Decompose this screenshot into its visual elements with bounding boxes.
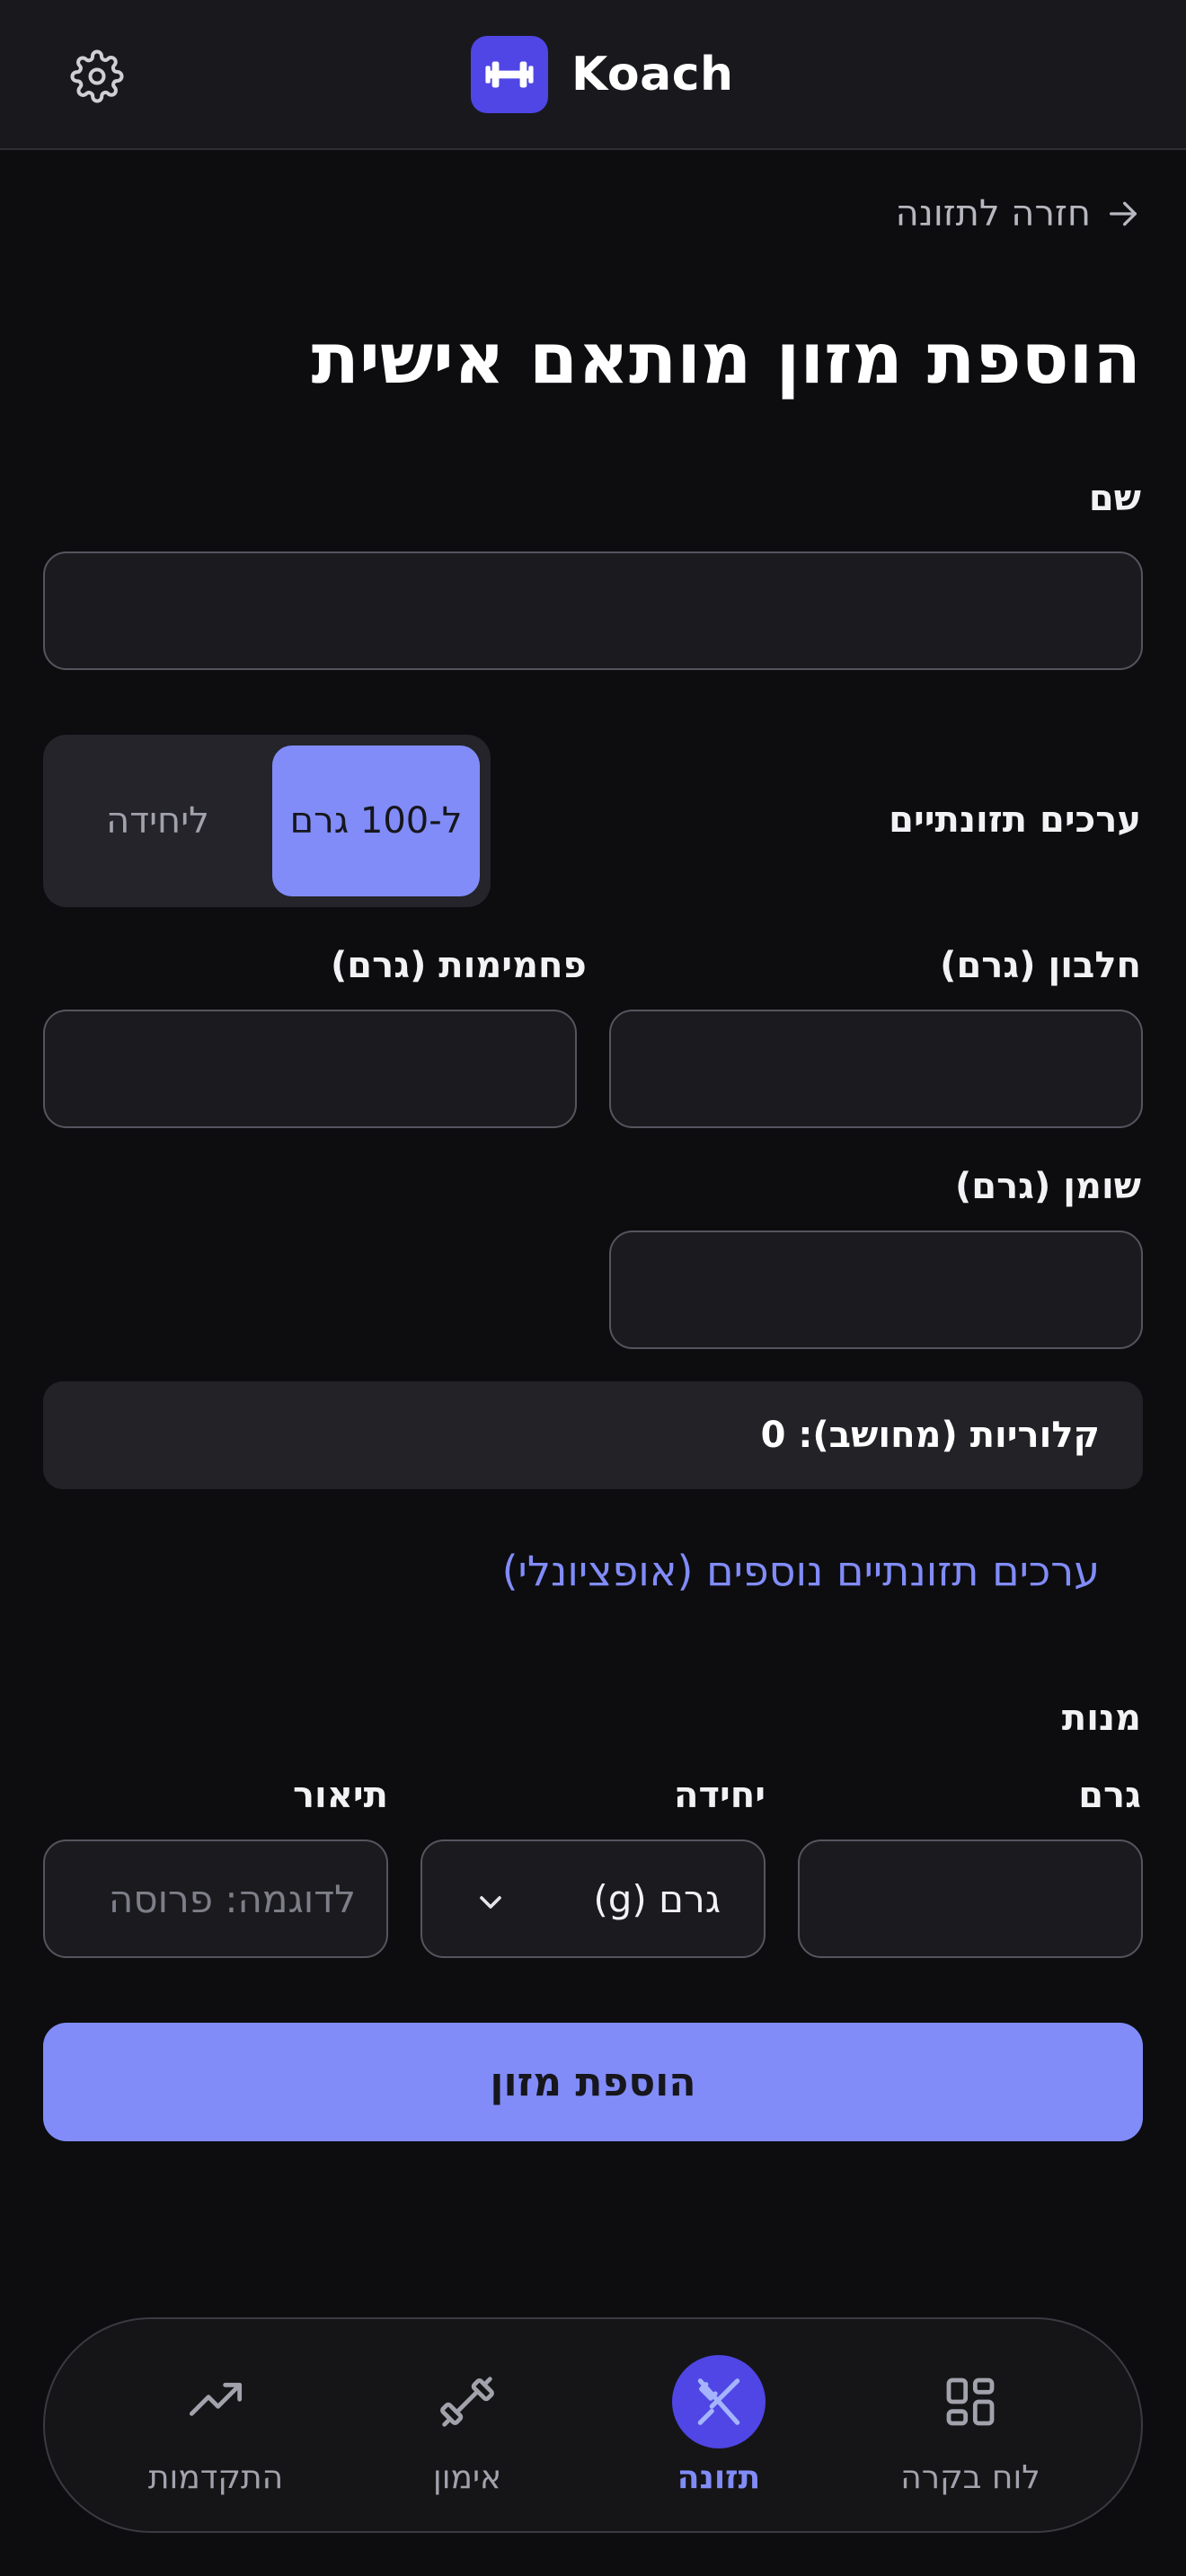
nav-item-progress[interactable]: התקדמות — [99, 2355, 332, 2508]
grams-input[interactable] — [798, 1839, 1143, 1958]
additional-nutrients-link[interactable]: ערכים תזונתיים נוספים (אופציונלי) — [502, 1547, 1100, 1595]
page-title: הוספת מזון מותאם אישית — [311, 319, 1141, 400]
calories-text: קלוריות (מחושב): 0 — [760, 1415, 1100, 1456]
nav-item-dashboard[interactable]: לוח בקרה — [854, 2355, 1087, 2508]
dumbbell-icon — [485, 61, 534, 88]
nav-icon-holder — [672, 2355, 766, 2448]
nav-icon-holder — [420, 2355, 514, 2448]
nav-item-training[interactable]: אימון — [350, 2355, 584, 2508]
app-name: Koach — [571, 48, 734, 101]
gear-icon[interactable] — [70, 49, 124, 103]
protein-input[interactable] — [609, 1010, 1143, 1128]
arrow-right-icon — [1110, 201, 1137, 226]
trending-up-icon — [189, 2382, 243, 2416]
servings-label: מנות — [1061, 1698, 1141, 1739]
unit-label: יחידה — [673, 1775, 766, 1816]
nav-icon-holder — [169, 2355, 262, 2448]
nav-item-nutrition[interactable]: תזונה — [602, 2355, 836, 2508]
nav-label-progress: התקדמות — [147, 2459, 284, 2496]
grams-label: גרם — [1078, 1775, 1141, 1816]
carbs-label: פחמימות (גרם) — [331, 945, 587, 986]
unit-selected-value: גרם (g) — [593, 1877, 721, 1921]
name-input[interactable] — [43, 551, 1143, 670]
nutrition-values-label: ערכים תזונתיים — [889, 799, 1141, 841]
dumbbell-icon — [440, 2377, 494, 2427]
nav-label-dashboard: לוח בקרה — [900, 2459, 1040, 2496]
description-label: תיאור — [292, 1775, 388, 1816]
nav-icon-holder — [924, 2355, 1017, 2448]
bottom-navigation: לוח בקרה תזונה אימון התקדמות — [43, 2317, 1143, 2533]
add-food-button[interactable]: הוספת מזון — [43, 2023, 1143, 2141]
name-label: שם — [1088, 478, 1141, 519]
back-link-label: חזרה לתזונה — [895, 193, 1091, 234]
protein-label: חלבון (גרם) — [940, 945, 1141, 986]
fat-input[interactable] — [609, 1231, 1143, 1349]
carbs-input[interactable] — [43, 1010, 577, 1128]
nav-label-training: אימון — [432, 2459, 502, 2496]
back-to-nutrition-link[interactable]: חזרה לתזונה — [896, 193, 1141, 234]
unit-select[interactable]: גרם (g) — [420, 1839, 766, 1958]
chevron-down-icon — [480, 1896, 501, 1909]
utensils-icon — [697, 2378, 740, 2425]
nav-label-nutrition: תזונה — [677, 2459, 761, 2496]
app-header: Koach — [0, 0, 1186, 150]
fat-label: שומן (גרם) — [954, 1166, 1141, 1207]
app-logo — [471, 36, 548, 113]
per-unit-option[interactable]: ליחידה — [54, 745, 261, 896]
description-input[interactable] — [43, 1839, 388, 1958]
dashboard-grid-icon — [946, 2378, 995, 2426]
nutrition-basis-toggle: ל-100 גרם ליחידה — [43, 735, 491, 907]
per-100g-option[interactable]: ל-100 גרם — [272, 745, 480, 896]
calculated-calories: קלוריות (מחושב): 0 — [43, 1381, 1143, 1489]
brand: Koach — [471, 36, 734, 113]
